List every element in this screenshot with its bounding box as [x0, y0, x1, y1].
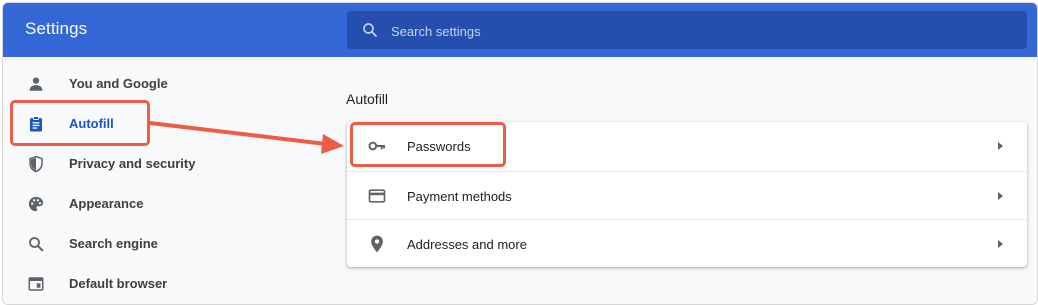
shield-icon	[29, 155, 43, 173]
sidebar-item-appearance[interactable]: Appearance	[3, 184, 303, 224]
sidebar-item-label: Privacy and security	[69, 156, 196, 171]
row-label: Payment methods	[407, 189, 512, 204]
row-label: Addresses and more	[407, 237, 527, 252]
section-title: Autofill	[346, 91, 389, 107]
chevron-right-icon	[998, 192, 1003, 200]
sidebar-item-you-and-google[interactable]: You and Google	[3, 64, 303, 104]
sidebar-item-label: You and Google	[69, 76, 168, 91]
autofill-highlight-box	[10, 100, 150, 146]
sidebar-item-default-browser[interactable]: Default browser	[3, 264, 303, 304]
passwords-highlight-box	[350, 122, 506, 167]
search-icon	[29, 237, 44, 252]
sidebar-item-search-engine[interactable]: Search engine	[3, 224, 303, 264]
sidebar-item-label: Search engine	[69, 236, 158, 251]
browser-window-icon	[28, 277, 44, 291]
header-bar: Settings	[3, 3, 1037, 57]
chevron-right-icon	[998, 240, 1003, 248]
location-pin-icon	[371, 235, 383, 253]
person-icon	[29, 77, 43, 91]
app-title: Settings	[25, 19, 88, 38]
sidebar-item-label: Default browser	[69, 276, 168, 291]
autofill-row-addresses[interactable]: Addresses and more	[347, 219, 1027, 268]
autofill-row-payment-methods[interactable]: Payment methods	[347, 171, 1027, 220]
chevron-right-icon	[998, 142, 1003, 150]
search-input[interactable]	[389, 11, 1013, 51]
palette-icon	[28, 196, 44, 212]
search-box[interactable]	[347, 11, 1027, 51]
sidebar-item-label: Appearance	[69, 196, 144, 211]
credit-card-icon	[368, 189, 386, 203]
settings-window: Settings You and Google Autofill	[2, 2, 1038, 305]
sidebar-item-privacy-and-security[interactable]: Privacy and security	[3, 144, 303, 184]
search-icon	[363, 23, 377, 37]
